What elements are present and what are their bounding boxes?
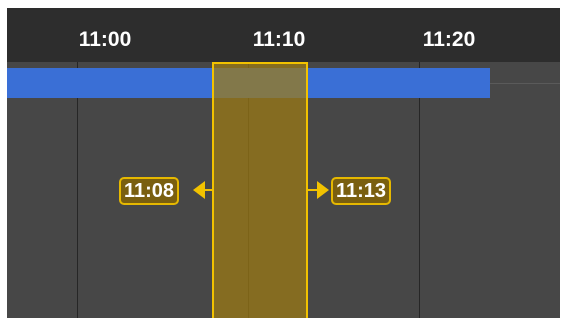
time-ruler[interactable]: 11:00 11:10 11:20 <box>7 8 560 62</box>
gridline-11-00 <box>77 62 78 318</box>
arrow-right-icon[interactable] <box>317 181 329 199</box>
arrow-left-icon[interactable] <box>193 181 205 199</box>
tick-label-11-10: 11:10 <box>252 28 306 51</box>
tick-label-11-20: 11:20 <box>422 28 476 51</box>
selection-start-label[interactable]: 11:08 <box>119 177 180 205</box>
gridline-11-20 <box>419 62 420 318</box>
track-divider <box>490 83 560 84</box>
timeline-panel: 11:00 11:10 11:20 11:08 11:13 <box>7 8 560 318</box>
selection-end-label[interactable]: 11:13 <box>331 177 392 205</box>
time-selection-range[interactable] <box>212 62 308 318</box>
tick-label-11-00: 11:00 <box>78 28 132 51</box>
